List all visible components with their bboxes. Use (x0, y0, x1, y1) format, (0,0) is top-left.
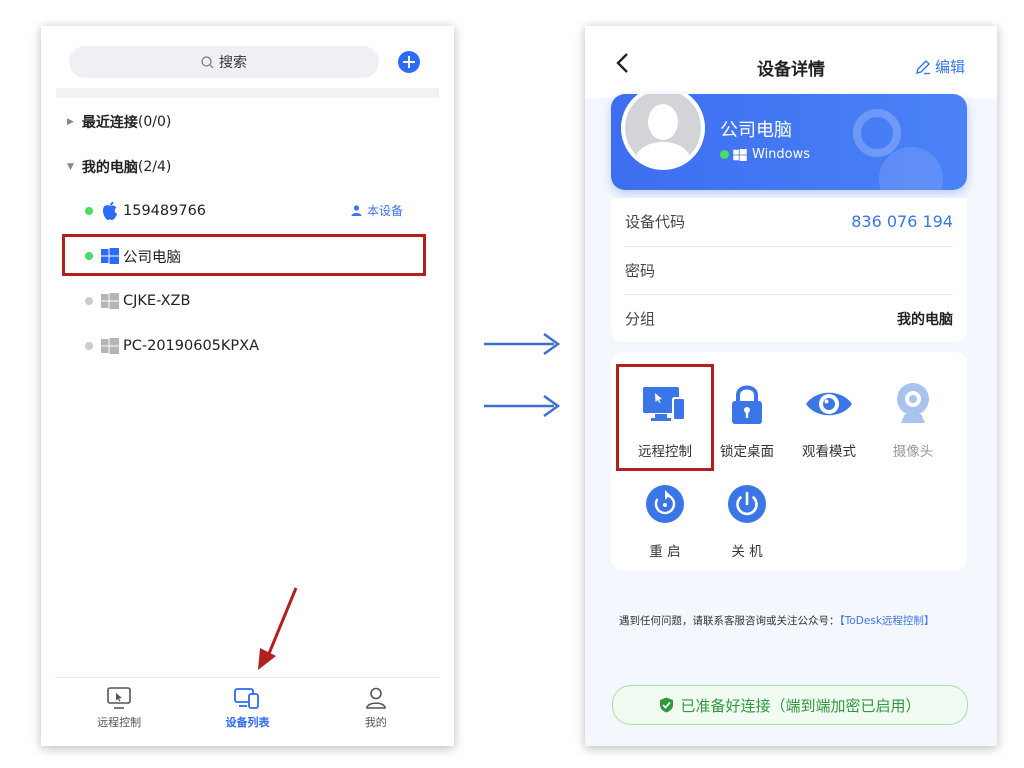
official-account-link[interactable]: 【ToDesk远程控制】 (840, 615, 935, 627)
device-info-panel: 设备代码 836 076 194 密码 分组 我的电脑 (611, 198, 967, 342)
device-name: 159489766 (123, 203, 207, 219)
device-list-icon (234, 688, 260, 709)
apple-icon (103, 201, 117, 220)
edit-button[interactable]: 编辑 (915, 56, 965, 77)
windows-icon (101, 293, 119, 309)
expand-arrow-icon: ▶ (67, 117, 74, 127)
device-profile-card: 公司电脑 Windows (611, 94, 967, 190)
bottom-tab-bar: 远程控制 设备列表 我的 (55, 677, 440, 746)
device-code-row: 设备代码 836 076 194 (625, 212, 953, 231)
device-item[interactable]: CJKE-XZB (85, 289, 190, 313)
offline-status-dot (85, 297, 93, 305)
search-placeholder: 搜索 (219, 55, 247, 71)
this-device-badge: 本设备 (351, 202, 403, 219)
device-list-screen: 搜索 ▶ 最近连接 (0/0) ▼ 我的电脑 (2/4) 159489766 本… (41, 26, 454, 746)
device-os: Windows (720, 147, 810, 162)
red-pointer-arrow (258, 587, 298, 670)
person-icon (366, 687, 386, 709)
tab-remote-control[interactable]: 远程控制 (55, 678, 183, 746)
decorative-rings (853, 109, 943, 190)
avatar (621, 94, 705, 170)
group-name: 我的电脑 (81, 160, 138, 176)
windows-icon (101, 338, 119, 354)
tab-me[interactable]: 我的 (312, 678, 440, 746)
pencil-icon (916, 59, 930, 74)
search-icon (201, 55, 214, 68)
collapse-arrow-icon: ▼ (67, 162, 74, 172)
eye-icon (806, 392, 852, 416)
restart-button[interactable]: 重 启 (623, 480, 707, 560)
highlight-box (62, 234, 426, 276)
device-name: CJKE-XZB (123, 293, 191, 309)
camera-button[interactable]: 摄像头 (871, 380, 955, 460)
group-recent[interactable]: ▶ 最近连接 (0/0) (67, 112, 171, 132)
top-bar: 设备详情 编辑 (585, 26, 997, 98)
plus-icon (403, 56, 415, 68)
device-name: 公司电脑 (720, 120, 792, 141)
restart-icon (646, 485, 684, 523)
connection-ready-status: 已准备好连接（端到端加密已启用） (612, 685, 968, 725)
windows-icon (733, 148, 747, 161)
add-device-button[interactable] (398, 51, 420, 73)
shield-check-icon (660, 697, 674, 713)
group-value: 我的电脑 (897, 311, 953, 328)
device-name: PC-20190605KPXA (123, 338, 260, 354)
device-detail-screen: 设备详情 编辑 公司电脑 Windows 设备代码 836 076 194 密码 (585, 26, 997, 746)
group-count: (2/4) (137, 159, 172, 175)
divider (56, 88, 439, 98)
online-status-dot (720, 150, 729, 159)
group-my-computers[interactable]: ▼ 我的电脑 (2/4) (67, 157, 171, 177)
password-row[interactable]: 密码 (625, 246, 953, 294)
offline-status-dot (85, 342, 93, 350)
camera-icon (897, 383, 929, 423)
shutdown-button[interactable]: 关 机 (705, 480, 789, 560)
flow-arrow (484, 394, 561, 418)
remote-monitor-icon (107, 687, 131, 709)
user-silhouette-icon (633, 104, 693, 166)
device-code-value: 836 076 194 (851, 212, 953, 231)
tab-device-list[interactable]: 设备列表 (183, 678, 311, 746)
group-row[interactable]: 分组 我的电脑 (625, 294, 953, 342)
device-item[interactable]: 159489766 (85, 199, 206, 223)
search-input[interactable]: 搜索 (69, 46, 379, 78)
device-item[interactable]: PC-20190605KPXA (85, 334, 259, 358)
lock-desktop-button[interactable]: 锁定桌面 (705, 380, 789, 460)
support-note: 遇到任何问题，请联系客服咨询或关注公众号：【ToDesk远程控制】 (619, 615, 935, 627)
person-icon (351, 205, 362, 216)
view-mode-button[interactable]: 观看模式 (787, 380, 871, 460)
group-name: 最近连接 (81, 115, 138, 131)
online-status-dot (85, 207, 93, 215)
highlight-box (616, 364, 714, 471)
power-icon (728, 485, 766, 523)
lock-icon (732, 385, 762, 424)
flow-arrow (484, 332, 561, 356)
group-count: (0/0) (137, 114, 172, 130)
